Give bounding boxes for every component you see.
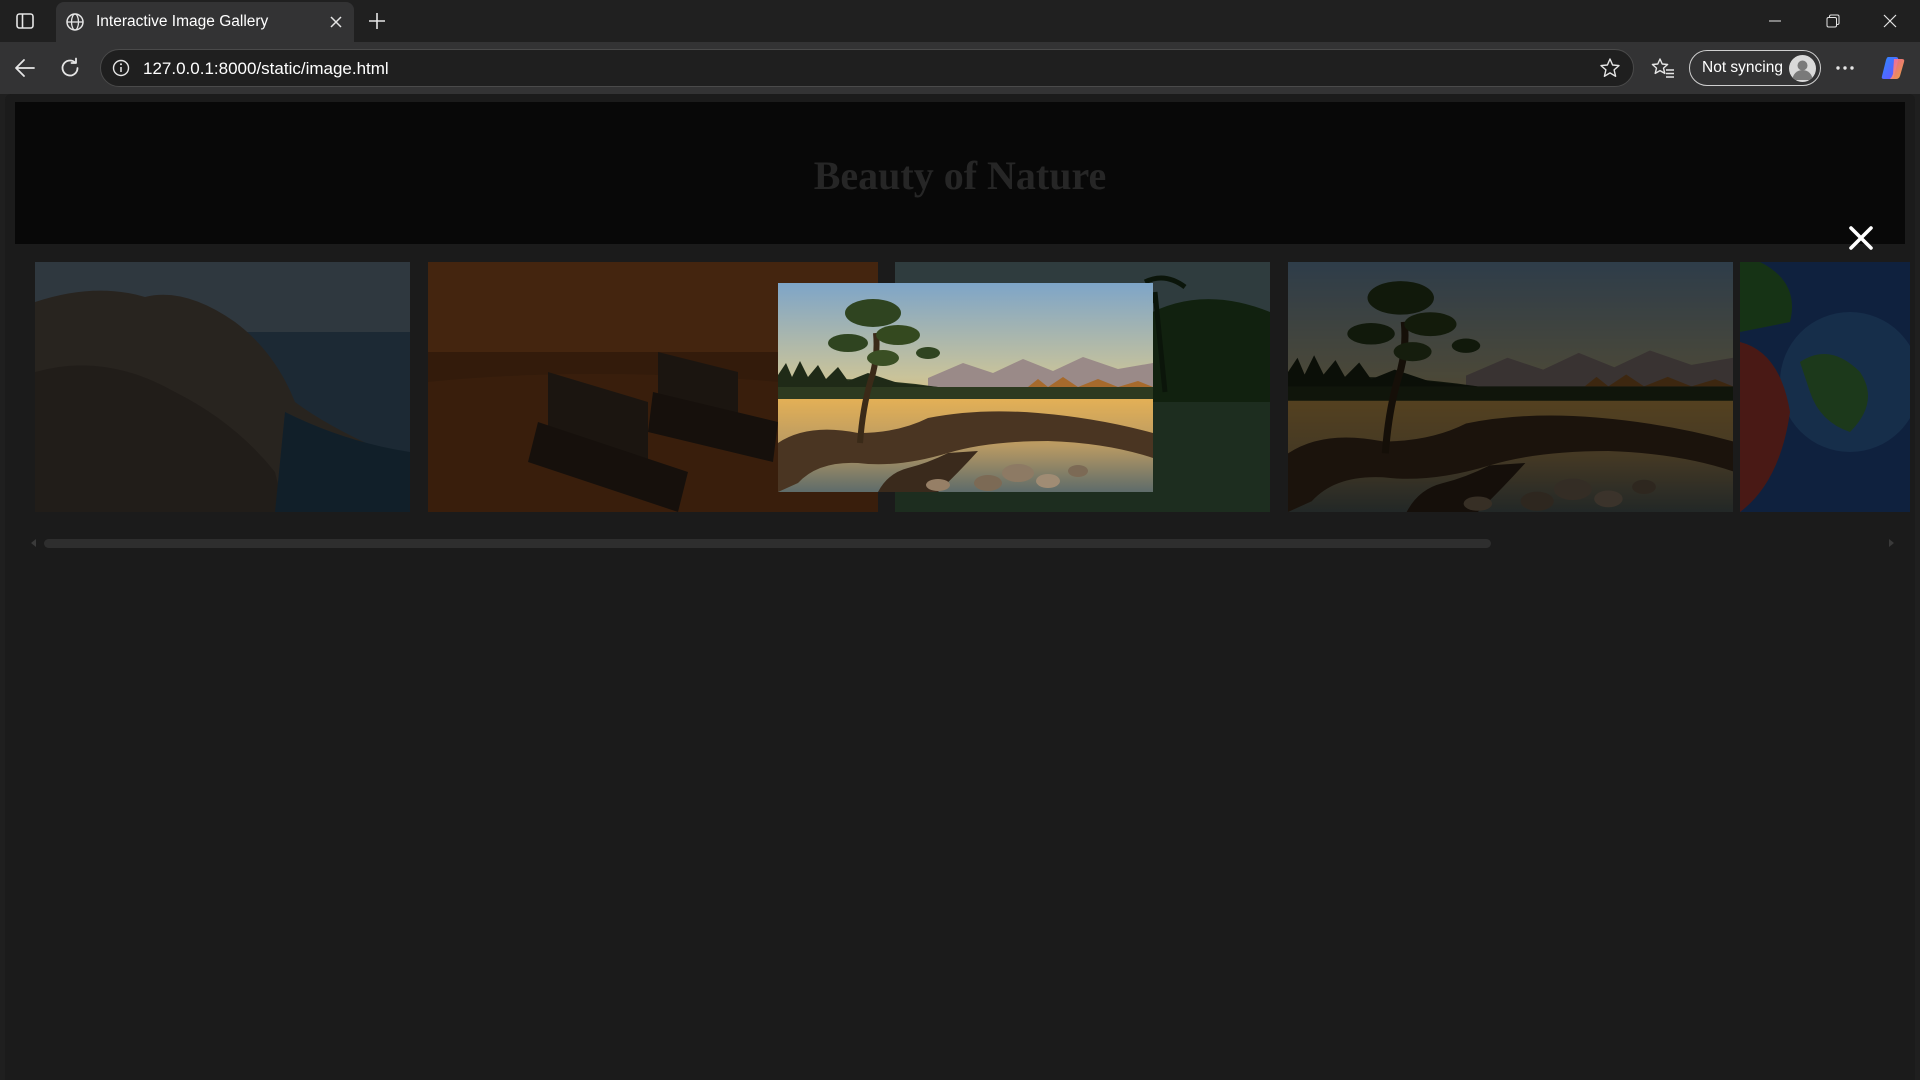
minimize-button[interactable] [1747,0,1803,42]
scroll-left-icon[interactable] [31,539,36,547]
tab-title: Interactive Image Gallery [96,13,269,30]
gallery-image-globe[interactable] [1740,262,1910,512]
new-tab-button[interactable] [362,7,392,35]
browser-titlebar: Interactive Image Gallery [0,0,1920,42]
scrollbar-thumb[interactable] [44,539,1491,548]
page-title: Beauty of Nature [813,153,1107,198]
avatar [1789,55,1816,82]
page-viewport: Beauty of Nature [5,94,1915,1080]
scroll-right-icon[interactable] [1889,539,1894,547]
reload-icon[interactable] [53,51,87,85]
site-info-icon[interactable] [111,58,131,78]
more-icon[interactable] [1828,51,1862,85]
page-header: Beauty of Nature [15,102,1905,244]
lightbox-close-icon[interactable] [1841,218,1881,258]
copilot-icon[interactable] [1876,51,1910,85]
profile-sync-button[interactable]: Not syncing [1689,50,1821,86]
restore-button[interactable] [1805,0,1861,42]
url-text[interactable]: 127.0.0.1:8000/static/image.html [143,59,389,79]
browser-tab[interactable]: Interactive Image Gallery [56,2,354,42]
gallery-image-tree-lake[interactable] [1288,262,1733,512]
lightbox-image[interactable] [778,283,1153,492]
browser-toolbar: 127.0.0.1:8000/static/image.html Not syn… [0,42,1920,94]
close-window-button[interactable] [1862,0,1918,42]
sync-label: Not syncing [1702,59,1783,76]
address-bar[interactable]: 127.0.0.1:8000/static/image.html [100,49,1634,87]
favorites-icon[interactable] [1646,51,1680,85]
gallery-scrollbar[interactable] [19,536,1901,550]
star-icon[interactable] [1599,57,1621,79]
gallery-image-cliffs[interactable] [35,262,410,512]
back-arrow-icon[interactable] [8,51,42,85]
tab-close-icon[interactable] [324,10,348,34]
globe-icon [65,12,85,32]
sidebar-toggle-icon[interactable] [12,9,38,33]
